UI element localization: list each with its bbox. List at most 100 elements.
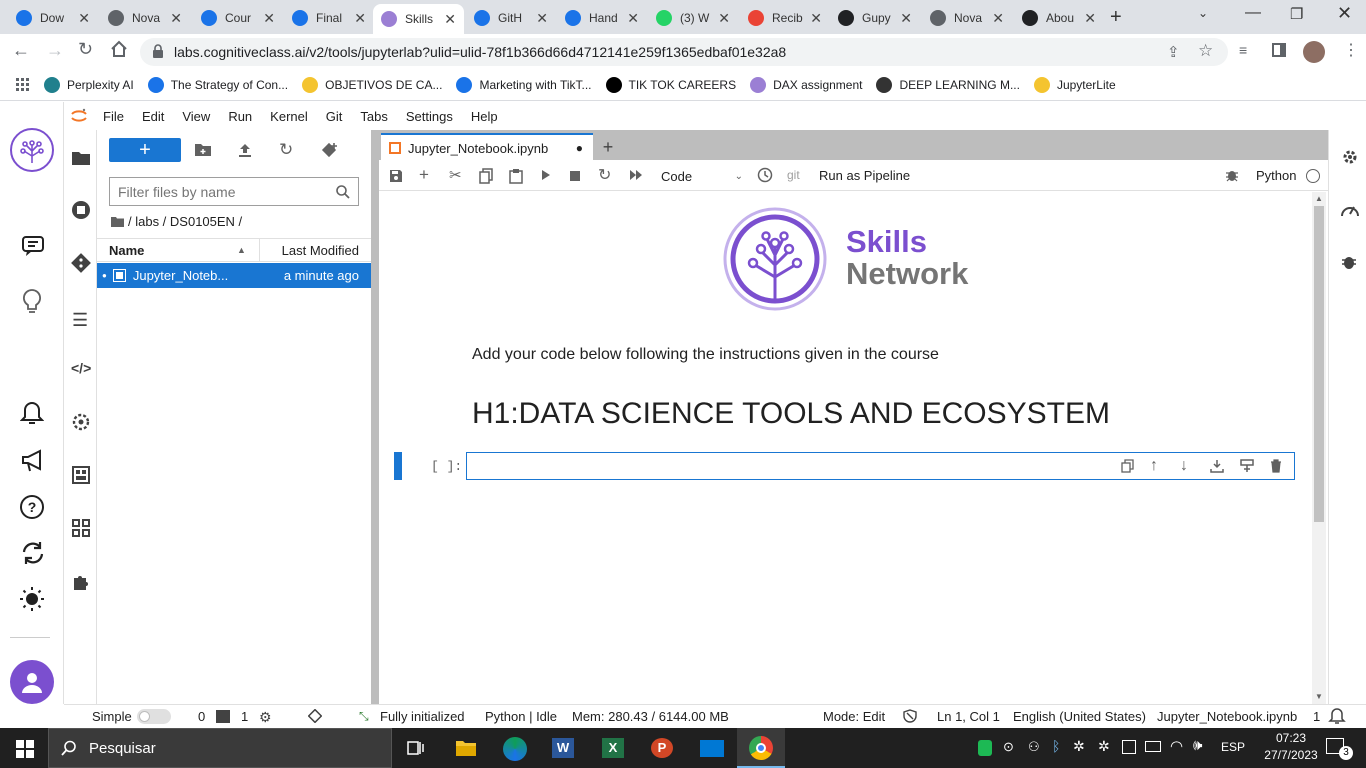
save-icon[interactable]: [389, 169, 403, 183]
bookmark-item[interactable]: DEEP LEARNING M...: [876, 77, 1020, 93]
menu-kernel[interactable]: Kernel: [261, 109, 317, 124]
battery-icon[interactable]: [1145, 741, 1161, 752]
new-tab-button[interactable]: +: [1110, 6, 1122, 29]
task-view-icon[interactable]: [407, 739, 425, 757]
new-folder-icon[interactable]: [194, 143, 212, 157]
copy-icon[interactable]: [479, 168, 493, 184]
new-launcher-button[interactable]: +: [109, 138, 181, 162]
delete-cell-icon[interactable]: [1270, 459, 1282, 473]
url-field[interactable]: labs.cognitiveclass.ai/v2/tools/jupyterl…: [140, 38, 1228, 66]
close-tab-icon[interactable]: ✕: [354, 10, 366, 27]
megaphone-icon[interactable]: [20, 448, 46, 474]
reload-icon[interactable]: ↻: [78, 39, 93, 60]
powerpoint-icon[interactable]: P: [651, 738, 673, 758]
close-tab-icon[interactable]: ✕: [263, 10, 275, 27]
skills-network-logo[interactable]: [10, 128, 54, 172]
move-up-icon[interactable]: ↑: [1150, 457, 1158, 475]
close-tab-icon[interactable]: ✕: [900, 10, 912, 27]
browser-tab[interactable]: Dow ✕: [8, 4, 98, 32]
share-icon[interactable]: ⇪: [1167, 43, 1180, 61]
media-control-icon[interactable]: ≡: [1239, 42, 1247, 58]
wifi-icon[interactable]: ◠: [1170, 737, 1183, 755]
cut-icon[interactable]: ✂: [449, 166, 462, 184]
clock-time[interactable]: 07:23: [1266, 731, 1316, 745]
panel-splitter[interactable]: [371, 130, 379, 704]
browser-tab[interactable]: Abou ✕: [1014, 4, 1104, 32]
run-as-pipeline-button[interactable]: Run as Pipeline: [819, 168, 910, 183]
close-tab-icon[interactable]: ✕: [810, 10, 822, 27]
menu-tabs[interactable]: Tabs: [351, 109, 396, 124]
add-tab-icon[interactable]: +: [596, 136, 620, 160]
menu-help[interactable]: Help: [462, 109, 507, 124]
close-tab-icon[interactable]: ✕: [1084, 10, 1096, 27]
browser-tab[interactable]: (3) W ✕: [648, 4, 738, 32]
menu-run[interactable]: Run: [219, 109, 261, 124]
filter-files-input[interactable]: [109, 177, 359, 206]
menu-file[interactable]: File: [94, 109, 133, 124]
input-language-text[interactable]: ESP: [1221, 740, 1245, 754]
cursor-position-text[interactable]: Ln 1, Col 1: [937, 709, 1000, 724]
duplicate-cell-icon[interactable]: [1121, 459, 1134, 473]
browser-tab[interactable]: Nova ✕: [922, 4, 1012, 32]
menu-edit[interactable]: Edit: [133, 109, 173, 124]
git-diff-button[interactable]: git: [787, 168, 800, 182]
meet-now-icon[interactable]: ⊙: [1003, 739, 1014, 755]
extension-manager-icon[interactable]: [71, 572, 91, 592]
bookmark-item[interactable]: The Strategy of Con...: [147, 77, 288, 93]
column-modified-header[interactable]: Last Modified: [282, 243, 359, 258]
browser-tab[interactable]: Gupy ✕: [830, 4, 920, 32]
bookmark-item[interactable]: TIK TOK CAREERS: [605, 77, 736, 93]
browser-tab[interactable]: Final ✕: [284, 4, 374, 32]
file-row[interactable]: ● Jupyter_Noteb... a minute ago: [97, 263, 371, 288]
browser-tab[interactable]: Skills ✕: [373, 4, 464, 34]
menu-view[interactable]: View: [173, 109, 219, 124]
restart-kernel-icon[interactable]: ↻: [598, 165, 611, 185]
fast-forward-icon[interactable]: [629, 169, 643, 181]
bookmark-item[interactable]: Marketing with TikT...: [456, 77, 592, 93]
move-down-icon[interactable]: ↓: [1180, 457, 1188, 475]
resource-usage-gauge-icon[interactable]: [1340, 201, 1360, 219]
folder-icon[interactable]: [71, 150, 91, 166]
chrome-taskbar-button[interactable]: [737, 728, 785, 768]
tab-search-icon[interactable]: ⌄: [1198, 6, 1208, 20]
insert-cell-icon[interactable]: +: [419, 165, 429, 185]
refresh-icon[interactable]: ↻: [279, 140, 293, 160]
file-explorer-icon[interactable]: [455, 739, 477, 757]
profile-avatar[interactable]: [1303, 41, 1325, 63]
history-icon[interactable]: [757, 167, 773, 183]
paste-icon[interactable]: [509, 168, 523, 184]
menu-git[interactable]: Git: [317, 109, 352, 124]
browser-tab[interactable]: Nova ✕: [100, 4, 190, 32]
kernel-state-text[interactable]: Python | Idle: [485, 709, 557, 724]
windows-start-icon[interactable]: [16, 740, 34, 758]
code-snippets-icon[interactable]: </>: [71, 360, 91, 376]
unsaved-dot-icon[interactable]: ●: [576, 141, 583, 155]
running-icon[interactable]: [71, 200, 91, 220]
close-tab-icon[interactable]: ✕: [992, 10, 1004, 27]
close-window-button[interactable]: ✕: [1337, 3, 1352, 24]
bookmark-item[interactable]: DAX assignment: [750, 77, 862, 93]
browser-tab[interactable]: Recib ✕: [740, 4, 830, 32]
chrome-menu-icon[interactable]: ⋮: [1343, 40, 1359, 60]
side-panel-icon[interactable]: [1272, 43, 1286, 57]
close-tab-icon[interactable]: ✕: [718, 10, 730, 27]
close-tab-icon[interactable]: ✕: [627, 10, 639, 27]
stop-icon[interactable]: [570, 171, 580, 181]
excel-icon[interactable]: X: [602, 738, 624, 758]
notebook-scrollbar[interactable]: ▲ ▼: [1312, 192, 1326, 704]
tab-notebook[interactable]: Jupyter_Notebook.ipynb ●: [381, 133, 593, 161]
clock-date[interactable]: 27/7/2023: [1259, 748, 1323, 762]
lsp-status-text[interactable]: Fully initialized: [380, 709, 465, 724]
code-cell-editor[interactable]: ↑ ↓: [466, 452, 1295, 480]
debugger-panel-icon[interactable]: [1341, 254, 1357, 270]
kernel-name-button[interactable]: Python: [1256, 168, 1296, 183]
debugger-icon[interactable]: [1225, 168, 1239, 182]
volume-icon[interactable]: 🕪: [1193, 737, 1202, 754]
property-inspector-icon[interactable]: [71, 412, 91, 432]
chat-icon[interactable]: [21, 234, 45, 258]
bluetooth-icon[interactable]: ᛒ: [1052, 738, 1060, 754]
browser-tab[interactable]: Hand ✕: [557, 4, 647, 32]
property-inspector-gear-icon[interactable]: [1341, 148, 1359, 166]
insert-above-icon[interactable]: [1210, 459, 1224, 473]
browser-tab[interactable]: GitH ✕: [466, 4, 556, 32]
